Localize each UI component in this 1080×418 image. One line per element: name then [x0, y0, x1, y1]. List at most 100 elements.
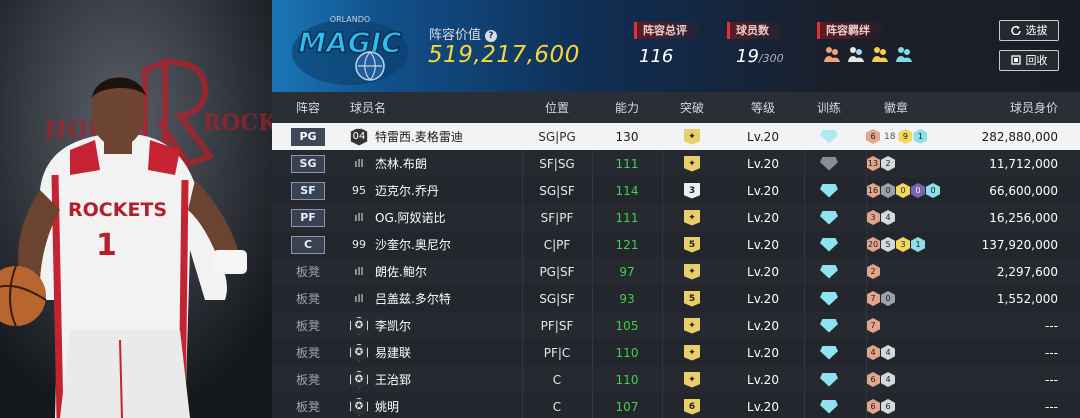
- column-divider: [804, 366, 805, 393]
- column-divider: [866, 231, 867, 258]
- badge-icon: 9: [898, 129, 913, 144]
- player-name-cell[interactable]: ✪ 王治郅: [350, 366, 522, 393]
- position-cell: SF|PF: [540, 210, 574, 225]
- train-cell[interactable]: [804, 177, 854, 204]
- player-name-cell[interactable]: ıll 吕盖兹.多尔特: [350, 285, 522, 312]
- help-icon[interactable]: ?: [485, 30, 498, 42]
- svg-text:ROCKETS: ROCKETS: [68, 199, 167, 221]
- train-cell[interactable]: [804, 258, 854, 285]
- rating-cell: 110: [615, 372, 639, 387]
- pick-button[interactable]: 选拔: [999, 20, 1059, 41]
- column-divider: [866, 312, 867, 339]
- slot-bench: 板凳: [295, 400, 320, 414]
- player-name-cell[interactable]: ıll OG.阿奴诺比: [350, 204, 522, 231]
- player-name-cell[interactable]: 99 沙奎尔.奥尼尔: [350, 231, 522, 258]
- badge-icon: 1: [913, 129, 928, 144]
- table-row[interactable]: SG ıll 杰林.布朗 SF|SG 111 ✦ Lv.20 13 2 11,71…: [272, 150, 1080, 177]
- train-icon: [820, 399, 838, 414]
- column-divider: [804, 312, 805, 339]
- train-cell[interactable]: [804, 123, 854, 150]
- badge-icon: 4: [881, 210, 895, 225]
- slot-cell: 板凳: [272, 285, 344, 312]
- table-row[interactable]: 板凳 ✪ 王治郅 C 110 ✦ Lv.20 64 ---: [272, 366, 1080, 393]
- column-divider: [592, 312, 593, 339]
- train-cell[interactable]: [804, 231, 854, 258]
- train-cell[interactable]: [804, 150, 854, 177]
- table-row[interactable]: PG 04 特雷西.麦格雷迪 SG|PG 130 ✦ Lv.20 6 18 9 1 2…: [272, 123, 1080, 150]
- badge-count: 18: [884, 131, 896, 142]
- bond-icon-1[interactable]: [822, 45, 842, 63]
- table-row[interactable]: 板凳 ıll 吕盖兹.多尔特 SG|SF 93 5 Lv.20 70 1,552…: [272, 285, 1080, 312]
- breakthrough-icon: ✦: [684, 263, 700, 280]
- train-cell[interactable]: [804, 339, 854, 366]
- bond-icon-2[interactable]: [846, 45, 866, 63]
- col-train: 训练: [816, 101, 841, 115]
- column-divider: [522, 393, 523, 418]
- col-break: 突破: [679, 101, 704, 115]
- player-name: 迈克尔.乔丹: [375, 184, 439, 198]
- recycle-icon: [1010, 55, 1021, 65]
- jersey-number-icon: ıll: [354, 211, 364, 224]
- train-cell[interactable]: [804, 393, 854, 418]
- column-divider: [522, 177, 523, 204]
- badge-icon: 13: [866, 156, 880, 171]
- table-row[interactable]: PF ıll OG.阿奴诺比 SF|PF 111 ✦ Lv.20 34 16,2…: [272, 204, 1080, 231]
- player-name-cell[interactable]: ✪ 易建联: [350, 339, 522, 366]
- badge-icon: 16: [866, 183, 880, 198]
- breakthrough-icon: ✦: [684, 371, 700, 388]
- train-icon: [820, 372, 838, 387]
- train-cell[interactable]: [804, 285, 854, 312]
- recycle-button[interactable]: 回收: [999, 50, 1059, 71]
- slot-cell: 板凳: [272, 312, 344, 339]
- chem-label: 阵容羁绊: [817, 22, 882, 39]
- column-divider: [804, 177, 805, 204]
- column-divider: [522, 204, 523, 231]
- bond-icon-3[interactable]: [870, 45, 890, 63]
- column-divider: [592, 150, 593, 177]
- column-divider: [522, 258, 523, 285]
- jersey-number-icon: 04: [350, 127, 368, 146]
- player-name-cell[interactable]: 95 迈克尔.乔丹: [350, 177, 522, 204]
- chem-icons[interactable]: [822, 45, 914, 63]
- badge-icon: 6: [866, 399, 880, 414]
- table-row[interactable]: 板凳 ıll 朗佐.鲍尔 PG|SF 97 ✦ Lv.20 2 2,297,60…: [272, 258, 1080, 285]
- position-cell: C|PF: [543, 237, 571, 252]
- table-row[interactable]: 板凳 ✪ 易建联 PF|C 110 ✦ Lv.20 44 ---: [272, 339, 1080, 366]
- train-cell[interactable]: [804, 204, 854, 231]
- player-name-cell[interactable]: 04 特雷西.麦格雷迪: [350, 123, 522, 150]
- table-row[interactable]: 板凳 ✪ 姚明 C 107 6 Lv.20 66 ---: [272, 393, 1080, 418]
- table-row[interactable]: C 99 沙奎尔.奥尼尔 C|PF 121 5 Lv.20 20 5 3 1 137,…: [272, 231, 1080, 258]
- train-icon: [820, 183, 838, 198]
- slot-tag: C: [291, 235, 325, 254]
- player-name-cell[interactable]: ıll 朗佐.鲍尔: [350, 258, 522, 285]
- bond-icon-4[interactable]: [894, 45, 914, 63]
- slot-tag: SG: [291, 154, 325, 173]
- column-divider: [662, 231, 663, 258]
- train-cell[interactable]: [804, 366, 854, 393]
- player-name-cell[interactable]: ✪ 李凯尔: [350, 312, 522, 339]
- slot-bench: 板凳: [295, 373, 320, 387]
- player-name: 特雷西.麦格雷迪: [375, 130, 463, 144]
- player-name-cell[interactable]: ✪ 姚明: [350, 393, 522, 418]
- slot-cell: 板凳: [272, 366, 344, 393]
- player-value-cell: ---: [1045, 318, 1058, 333]
- table-row[interactable]: SF 95 迈克尔.乔丹 SG|SF 114 3 Lv.20 16 0 0 0 0 66…: [272, 177, 1080, 204]
- player-name: 吕盖兹.多尔特: [375, 292, 451, 306]
- slot-cell: C: [272, 231, 344, 258]
- player-value-cell: ---: [1045, 345, 1058, 360]
- column-divider: [662, 285, 663, 312]
- slot-bench: 板凳: [295, 292, 320, 306]
- train-icon: [820, 210, 838, 225]
- train-cell[interactable]: [804, 312, 854, 339]
- level-cell: Lv.20: [747, 237, 779, 252]
- breakthrough-cell: ✦: [662, 366, 722, 393]
- table-row[interactable]: 板凳 ✪ 李凯尔 PF|SF 105 ✦ Lv.20 7 ---: [272, 312, 1080, 339]
- player-count-label: 球员数: [727, 22, 781, 39]
- player-name-cell[interactable]: ıll 杰林.布朗: [350, 150, 522, 177]
- train-icon: [820, 237, 838, 252]
- badge-icon: 0: [896, 183, 910, 198]
- jersey-number-icon: ıll: [354, 157, 364, 170]
- column-divider: [804, 339, 805, 366]
- slot-bench: 板凳: [295, 346, 320, 360]
- breakthrough-cell: ✦: [662, 123, 722, 150]
